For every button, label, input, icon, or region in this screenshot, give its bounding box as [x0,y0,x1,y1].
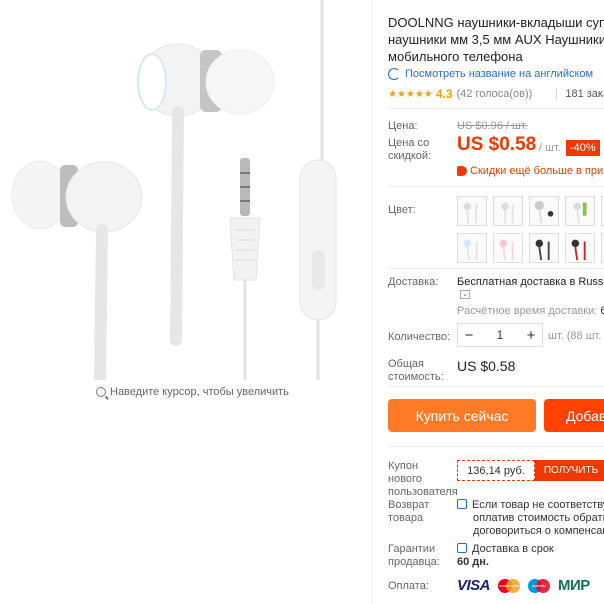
product-main-image[interactable] [0,0,372,380]
orders-count: 181 зака [556,88,604,100]
returns-line-2: оплатив стоимость обратно [473,512,604,524]
discount-badge: -40% [566,140,600,156]
per-unit: / шт. [539,142,561,154]
shipping-value: Бесплатная доставка в Russia [457,276,604,288]
get-coupon-button[interactable]: ПОЛУЧИТЬ [535,460,604,481]
app-discount-link[interactable]: Скидки ещё больше в прило [457,165,604,177]
product-gallery: Наведите курсор, чтобы увеличить [0,0,372,604]
quantity-label: Количество: [388,331,451,343]
color-option[interactable] [565,233,595,263]
payment-methods: VISA mastercard maestro МИР [457,577,590,594]
total-value: US $0.58 [457,358,516,374]
chevron-down-icon[interactable]: ⌄ [460,290,470,299]
quantity-stepper: − 1 + [457,323,543,347]
zoom-hint-text: Наведите курсор, чтобы увеличить [110,386,289,398]
color-option[interactable] [457,233,487,263]
color-option[interactable] [565,196,595,226]
translate-icon [388,68,400,80]
quantity-value-input[interactable]: 1 [497,328,504,342]
quantity-minus-button[interactable]: − [458,327,480,344]
quantity-plus-button[interactable]: + [520,327,542,344]
maestro-logo-icon: maestro [528,578,551,593]
visa-logo-icon: VISA [457,577,491,594]
coupon-amount: 136,14 руб. [457,460,535,481]
color-option[interactable] [457,196,487,226]
returns-label: Возврат товара [388,499,430,524]
shipping-label: Доставка: [388,276,439,288]
buy-now-button[interactable]: Купить сейчас [388,399,536,432]
color-options [457,196,604,263]
magnifier-icon [96,387,106,397]
returns-info: Если товар не соответствуе оплатив стоим… [457,499,604,538]
column-divider [372,0,373,604]
color-option[interactable] [493,233,523,263]
color-option[interactable] [529,233,559,263]
payment-label: Оплата: [388,580,429,592]
rating-row: ★★★★★ 4.3 (42 голоса(ов)) 181 зака [388,87,604,101]
product-title-line-3: мобильного телефона [388,49,523,64]
delivery-icon [457,543,467,553]
shipping-time: Расчётное время доставки: 60 [457,305,604,317]
zoom-hint: Наведите курсор, чтобы увеличить [96,386,289,398]
product-info: DOOLNNG наушники-вкладыши супе наушники … [388,0,604,604]
returns-line-1: Если товар не соответствуе [472,499,604,511]
price-label: Цена: [388,120,418,132]
color-option[interactable] [493,196,523,226]
product-title: DOOLNNG наушники-вкладыши супе наушники … [388,14,604,65]
shipping-time-label: Расчётное время доставки: [457,305,598,317]
rating-votes-link[interactable]: (42 голоса(ов)) [457,88,533,100]
mastercard-logo-icon: mastercard [498,578,521,593]
rating-value: 4.3 [435,87,453,101]
divider [388,108,604,109]
color-option[interactable] [529,196,559,226]
rating-stars-icon: ★★★★★ [388,88,433,100]
shipping-time-value: 60 [600,305,604,317]
product-title-line-2: наушники мм 3,5 мм AUX Наушники [388,32,604,47]
translate-title-link[interactable]: Посмотреть название на английском [388,68,593,80]
returns-line-3: договориться о компенсаци [473,525,604,537]
guarantee-line-2: 60 дн. [457,556,489,568]
shield-icon [457,499,467,509]
quantity-available: шт. (88 шт. - [548,330,604,342]
divider [388,446,604,447]
coupon-label: Купон нового пользователя [388,460,458,498]
color-label: Цвет: [388,204,416,216]
guarantee-label: Гарантии продавца: [388,543,440,568]
translate-link-text: Посмотреть название на английском [405,68,594,80]
add-to-cart-button[interactable]: Добав [544,399,604,432]
current-price: US $0.58 [457,134,537,155]
divider [388,386,604,387]
mir-logo-icon: МИР [558,577,590,594]
tag-icon [457,166,467,176]
app-discount-text: Скидки ещё больше в прило [470,165,604,177]
product-title-line-1: DOOLNNG наушники-вкладыши супе [388,15,604,30]
old-price: US $0.96 / шт. [457,120,528,132]
guarantee-info: Доставка в срок 60 дн. [457,543,554,569]
discount-price-label: Цена со скидкой: [388,137,432,162]
divider [388,268,604,269]
guarantee-line-1: Доставка в срок [472,543,554,555]
total-label: Общая стоимость: [388,358,444,383]
divider [388,186,604,187]
